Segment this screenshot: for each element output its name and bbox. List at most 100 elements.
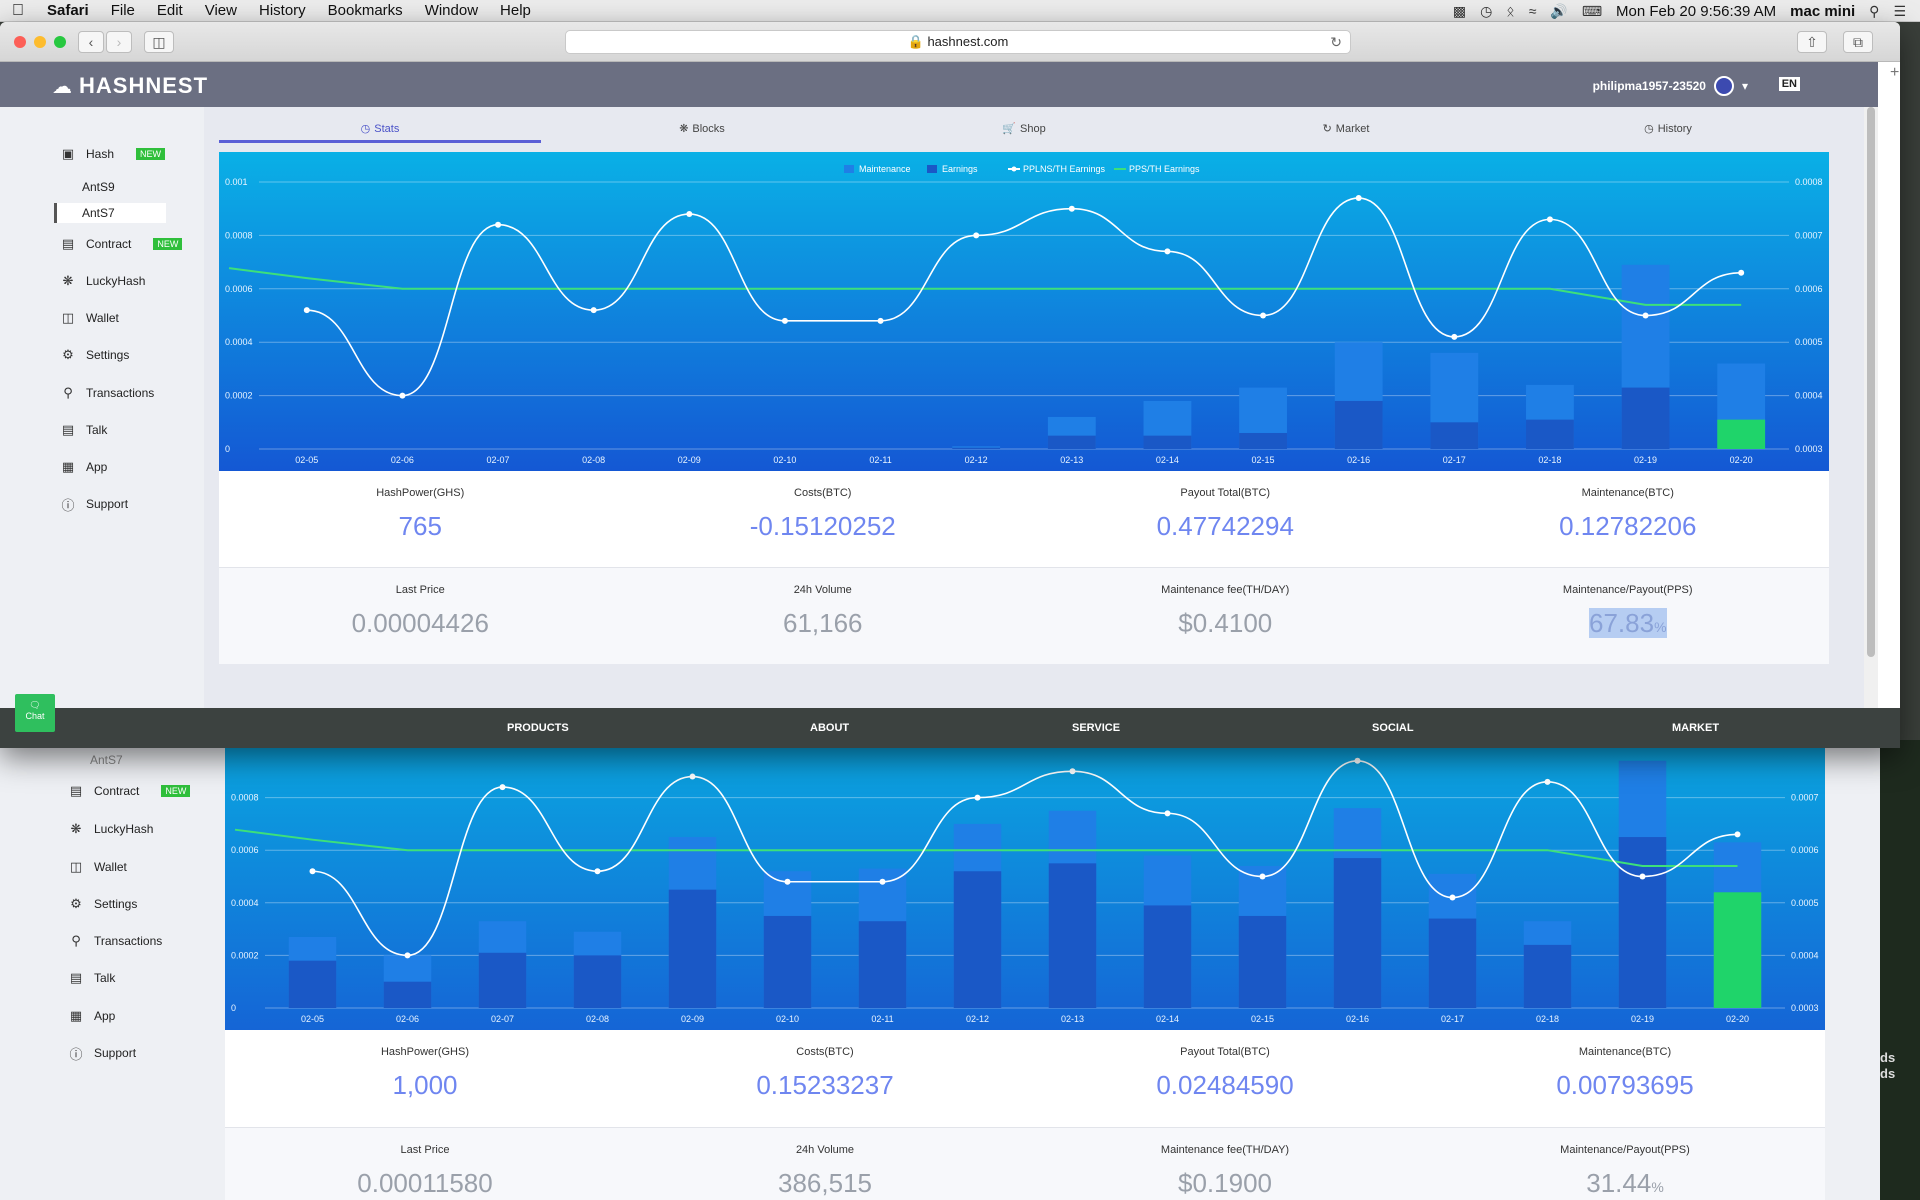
keyboard-icon[interactable]: ⌨ [1582,3,1602,20]
display-icon[interactable]: ▩ [1453,3,1466,20]
x-tick-label: 02-05 [301,1014,324,1024]
stat-value[interactable]: 67.83% [1427,608,1830,639]
back-sidebar-item-luckyhash[interactable]: ❋ LuckyHash [68,818,154,840]
info-icon: ⓘ [69,1046,83,1062]
chat-button[interactable]: 🗨 Chat [15,694,55,732]
time-machine-icon[interactable]: ◷ [1480,3,1492,20]
sidebar-item-hash[interactable]: ▣ Hash NEW [60,143,166,165]
stat-label: Maintenance(BTC) [1581,487,1674,499]
back-sidebar-item-contract[interactable]: ▤ Contract NEW [68,780,191,802]
back-sidebar-ants7[interactable]: AntS7 [62,750,174,770]
earnings-bar [1143,435,1192,449]
footer-social[interactable]: SOCIAL [1372,722,1414,734]
x-tick-label: 02-07 [487,455,510,465]
menu-safari[interactable]: Safari [36,2,100,19]
footer-service[interactable]: SERVICE [1072,722,1120,734]
language-selector[interactable]: EN [1778,77,1800,91]
bluetooth-icon[interactable]: ᛟ [1506,3,1514,19]
pps-line [228,267,1742,306]
back-sidebar-item-wallet[interactable]: ◫ Wallet [68,856,127,878]
wifi-icon[interactable]: ≈ [1529,3,1537,19]
tabs-overview-button[interactable]: ⧉ [1843,31,1873,53]
sidebar-sub-ants9[interactable]: AntS9 [54,177,166,197]
pplns-point [499,784,506,791]
zoom-window-button[interactable] [54,36,66,48]
earnings-bar [573,955,622,1008]
page-scrollbar[interactable] [1864,107,1878,748]
close-window-button[interactable] [14,36,26,48]
back-button[interactable]: ‹ [78,31,104,53]
tab-history[interactable]: ◷ History [1507,119,1829,143]
menu-window[interactable]: Window [414,2,489,19]
sidebar-item-settings[interactable]: ⚙ Settings [60,344,129,366]
spotlight-icon[interactable]: ⚲ [1869,3,1879,20]
earnings-bar [1526,419,1574,449]
back-stat-maintenance: Maintenance(BTC) 0.00793695 [1425,1030,1825,1127]
sidebar-item-wallet[interactable]: ◫ Wallet [60,307,119,329]
menu-help[interactable]: Help [489,2,542,19]
stat-value: -0.15120252 [749,511,896,541]
hashnest-logo[interactable]: ☁ HASHNEST [52,73,208,99]
apple-icon[interactable]:  [0,2,36,20]
sidebar-toggle-button[interactable]: ◫ [144,31,174,53]
new-tab-button[interactable]: + [1890,64,1899,82]
stat-value: 31.44% [1425,1168,1825,1199]
volume-icon[interactable]: 🔊 [1550,3,1567,20]
menubar-host[interactable]: mac mini [1790,3,1855,20]
tab-market[interactable]: ↻ Market [1185,119,1507,143]
tab-shop[interactable]: 🛒 Shop [863,119,1185,143]
back-sidebar-item-transactions[interactable]: ⚲ Transactions [68,930,162,952]
scrollbar-thumb[interactable] [1867,107,1875,657]
x-tick-label: 02-10 [776,1014,799,1024]
stat-label: Last Price [395,584,445,596]
cart-icon: 🛒 [1002,123,1016,135]
sidebar-item-support[interactable]: ⓘ Support [60,493,128,515]
desktop-text: ds [1880,1050,1896,1065]
tab-blocks[interactable]: ❋ Blocks [541,119,863,143]
earnings-bar [1717,419,1766,449]
footer-products[interactable]: PRODUCTS [507,722,569,734]
stat-label: Payout Total(BTC) [1180,1046,1270,1058]
minimize-window-button[interactable] [34,36,46,48]
back-sidebar-item-support[interactable]: ⓘ Support [68,1042,136,1064]
x-tick-label: 02-19 [1634,455,1657,465]
pplns-point [594,868,601,875]
back-sidebar-item-settings[interactable]: ⚙ Settings [68,893,137,915]
menu-edit[interactable]: Edit [146,2,194,19]
pplns-point [1639,873,1646,880]
pplns-point [399,392,406,399]
sidebar-icon: ◫ [152,34,166,50]
tab-stats[interactable]: ◷ Stats [219,119,541,143]
stat-hashpower: HashPower(GHS) 765 [219,471,622,567]
x-tick-label: 02-20 [1726,1014,1749,1024]
earnings-bar [1430,422,1479,449]
menu-history[interactable]: History [248,2,317,19]
site-header: ☁ HASHNEST philipma1957-23520 ▾ EN [0,62,1878,107]
notification-center-icon[interactable]: ☰ [1893,3,1906,20]
menubar-clock[interactable]: Mon Feb 20 9:56:39 AM [1616,3,1776,20]
menu-bookmarks[interactable]: Bookmarks [317,2,414,19]
back-sidebar-item-talk[interactable]: ▤ Talk [68,967,116,989]
sidebar-sub-ants7[interactable]: AntS7 [54,203,166,223]
search-icon: ⚲ [63,385,73,400]
stat-value: 1,000 [392,1070,458,1100]
footer-about[interactable]: ABOUT [810,722,849,734]
stat-value: 0.47742294 [1156,511,1294,541]
cloud-icon: ☁ [52,75,73,98]
menu-view[interactable]: View [194,2,248,19]
sidebar-item-contract[interactable]: ▤ Contract NEW [60,233,183,255]
share-button[interactable]: ⇧ [1797,31,1827,53]
back-sidebar-label: Settings [94,897,138,911]
user-menu[interactable]: philipma1957-23520 ▾ [1593,76,1748,96]
sidebar-item-luckyhash[interactable]: ❋ LuckyHash [60,270,146,292]
sidebar-item-app[interactable]: ▦ App [60,456,108,478]
back-sidebar-item-app[interactable]: ▦ App [68,1005,116,1027]
forward-button[interactable]: › [106,31,132,53]
x-tick-label: 02-06 [396,1014,419,1024]
reload-icon[interactable]: ↻ [1330,31,1342,53]
sidebar-item-transactions[interactable]: ⚲ Transactions [60,382,154,404]
footer-market[interactable]: MARKET [1672,722,1719,734]
menu-file[interactable]: File [100,2,146,19]
address-bar[interactable]: 🔒 hashnest.com ↻ [565,30,1351,54]
sidebar-item-talk[interactable]: ▤ Talk [60,419,108,441]
